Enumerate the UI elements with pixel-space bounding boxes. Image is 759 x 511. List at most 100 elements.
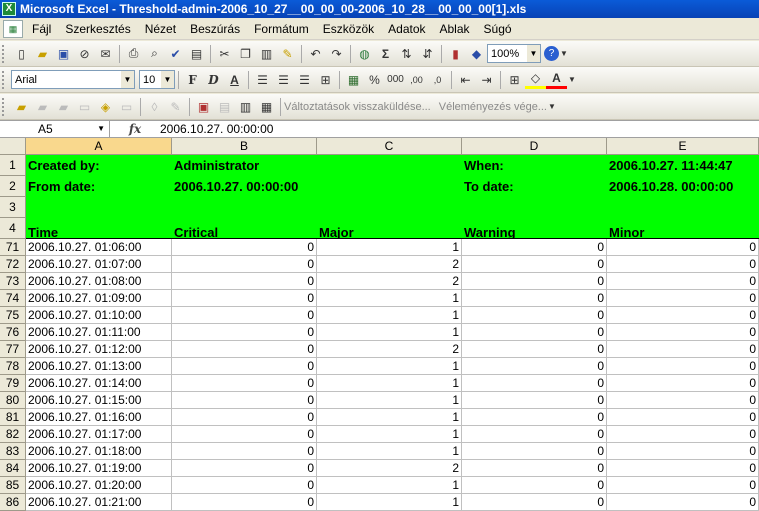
chevron-down-icon[interactable]: ▼: [97, 121, 105, 137]
critical-cell[interactable]: 0: [172, 375, 317, 392]
critical-cell[interactable]: 0: [172, 290, 317, 307]
warning-cell[interactable]: 0: [462, 341, 607, 358]
minor-cell[interactable]: 0: [607, 358, 759, 375]
warning-cell[interactable]: 0: [462, 256, 607, 273]
track-changes-icon[interactable]: ▣: [193, 97, 214, 117]
critical-cell[interactable]: 0: [172, 256, 317, 273]
font-size-select[interactable]: 10 ▼: [139, 70, 175, 89]
minor-cell[interactable]: 0: [607, 256, 759, 273]
row-header[interactable]: 82: [0, 426, 26, 443]
row-header[interactable]: 84: [0, 460, 26, 477]
header-cell-c2[interactable]: [317, 176, 462, 197]
accept-changes-icon[interactable]: ▤: [214, 97, 235, 117]
end-review-button[interactable]: Véleményezés vége...: [439, 101, 547, 113]
merge-center-icon[interactable]: ⊞: [315, 70, 336, 90]
sort-ascending-icon[interactable]: ⇅: [396, 44, 417, 64]
header-cell-c3[interactable]: [317, 197, 462, 218]
warning-cell[interactable]: 0: [462, 443, 607, 460]
minor-cell[interactable]: 0: [607, 494, 759, 511]
workbook-icon[interactable]: ▦: [3, 19, 23, 38]
minor-cell[interactable]: 0: [607, 460, 759, 477]
decrease-indent-icon[interactable]: ⇤: [455, 70, 476, 90]
insert-function-icon[interactable]: fx: [110, 122, 160, 136]
toolbar-grip[interactable]: [2, 70, 8, 89]
row-header[interactable]: 74: [0, 290, 26, 307]
protect-icon[interactable]: ▦: [256, 97, 277, 117]
time-cell[interactable]: 2006.10.27. 01:16:00: [26, 409, 172, 426]
email-icon[interactable]: ✉: [95, 44, 116, 64]
column-header-b[interactable]: B: [172, 138, 317, 155]
excel-app-icon[interactable]: X: [2, 2, 16, 16]
warning-cell[interactable]: 0: [462, 494, 607, 511]
currency-icon[interactable]: ▦: [343, 70, 364, 90]
minor-cell[interactable]: 0: [607, 239, 759, 256]
major-cell[interactable]: 1: [317, 494, 462, 511]
show-comment-icon[interactable]: ◈: [95, 97, 116, 117]
row-header[interactable]: 1: [0, 155, 26, 176]
header-cell-d4[interactable]: Warning: [462, 218, 607, 239]
time-cell[interactable]: 2006.10.27. 01:20:00: [26, 477, 172, 494]
time-cell[interactable]: 2006.10.27. 01:17:00: [26, 426, 172, 443]
warning-cell[interactable]: 0: [462, 290, 607, 307]
minor-cell[interactable]: 0: [607, 290, 759, 307]
increase-decimal-icon[interactable]: ,00: [406, 70, 427, 90]
time-cell[interactable]: 2006.10.27. 01:12:00: [26, 341, 172, 358]
autosum-icon[interactable]: Σ: [375, 44, 396, 64]
worksheet-grid[interactable]: A B C D E 1 Created by: Administrator When:…: [0, 138, 759, 511]
formula-input[interactable]: 2006.10.27. 00:00:00: [160, 122, 273, 136]
toolbar-grip[interactable]: [2, 97, 8, 116]
row-header[interactable]: 2: [0, 176, 26, 197]
name-box[interactable]: A5 ▼: [0, 120, 110, 138]
menu-format[interactable]: Formátum: [247, 22, 316, 36]
row-header[interactable]: 4: [0, 218, 26, 239]
header-cell-a4[interactable]: Time: [26, 218, 172, 239]
menu-window[interactable]: Ablak: [433, 22, 477, 36]
row-header[interactable]: 3: [0, 197, 26, 218]
menu-edit[interactable]: Szerkesztés: [58, 22, 137, 36]
header-cell-c1[interactable]: [317, 155, 462, 176]
major-cell[interactable]: 1: [317, 290, 462, 307]
borders-icon[interactable]: ⊞: [504, 70, 525, 90]
time-cell[interactable]: 2006.10.27. 01:07:00: [26, 256, 172, 273]
header-cell-e1[interactable]: 2006.10.27. 11:44:47: [607, 155, 759, 176]
critical-cell[interactable]: 0: [172, 392, 317, 409]
time-cell[interactable]: 2006.10.27. 01:21:00: [26, 494, 172, 511]
print-preview-icon[interactable]: ⌕: [144, 44, 165, 64]
row-header[interactable]: 77: [0, 341, 26, 358]
minor-cell[interactable]: 0: [607, 443, 759, 460]
folder-icon[interactable]: ▰: [11, 97, 32, 117]
cut-icon[interactable]: ✂: [214, 44, 235, 64]
help-icon[interactable]: ?: [544, 46, 559, 61]
toolbar-options-icon[interactable]: ▼: [559, 44, 569, 64]
warning-cell[interactable]: 0: [462, 358, 607, 375]
minor-cell[interactable]: 0: [607, 477, 759, 494]
toolbar-options-icon[interactable]: ▼: [547, 97, 557, 117]
row-header[interactable]: 75: [0, 307, 26, 324]
warning-cell[interactable]: 0: [462, 273, 607, 290]
drawing-icon[interactable]: ◆: [466, 44, 487, 64]
previous-comment-icon[interactable]: ▰: [53, 97, 74, 117]
bold-icon[interactable]: F: [182, 70, 203, 90]
sort-descending-icon[interactable]: ⇵: [417, 44, 438, 64]
time-cell[interactable]: 2006.10.27. 01:14:00: [26, 375, 172, 392]
hyperlink-icon[interactable]: ◍: [354, 44, 375, 64]
major-cell[interactable]: 1: [317, 409, 462, 426]
italic-icon[interactable]: D: [203, 70, 224, 90]
minor-cell[interactable]: 0: [607, 426, 759, 443]
research-icon[interactable]: ▤: [186, 44, 207, 64]
align-right-icon[interactable]: ☰: [294, 70, 315, 90]
underline-icon[interactable]: A: [224, 70, 245, 90]
minor-cell[interactable]: 0: [607, 409, 759, 426]
major-cell[interactable]: 1: [317, 239, 462, 256]
next-comment-icon[interactable]: ▭: [74, 97, 95, 117]
increase-indent-icon[interactable]: ⇥: [476, 70, 497, 90]
ink-icon[interactable]: ✎: [165, 97, 186, 117]
critical-cell[interactable]: 0: [172, 409, 317, 426]
time-cell[interactable]: 2006.10.27. 01:11:00: [26, 324, 172, 341]
new-comment-icon[interactable]: ▰: [32, 97, 53, 117]
undo-icon[interactable]: ↶: [305, 44, 326, 64]
warning-cell[interactable]: 0: [462, 375, 607, 392]
delete-comment-icon[interactable]: ◊: [144, 97, 165, 117]
time-cell[interactable]: 2006.10.27. 01:10:00: [26, 307, 172, 324]
menu-tools[interactable]: Eszközök: [316, 22, 381, 36]
